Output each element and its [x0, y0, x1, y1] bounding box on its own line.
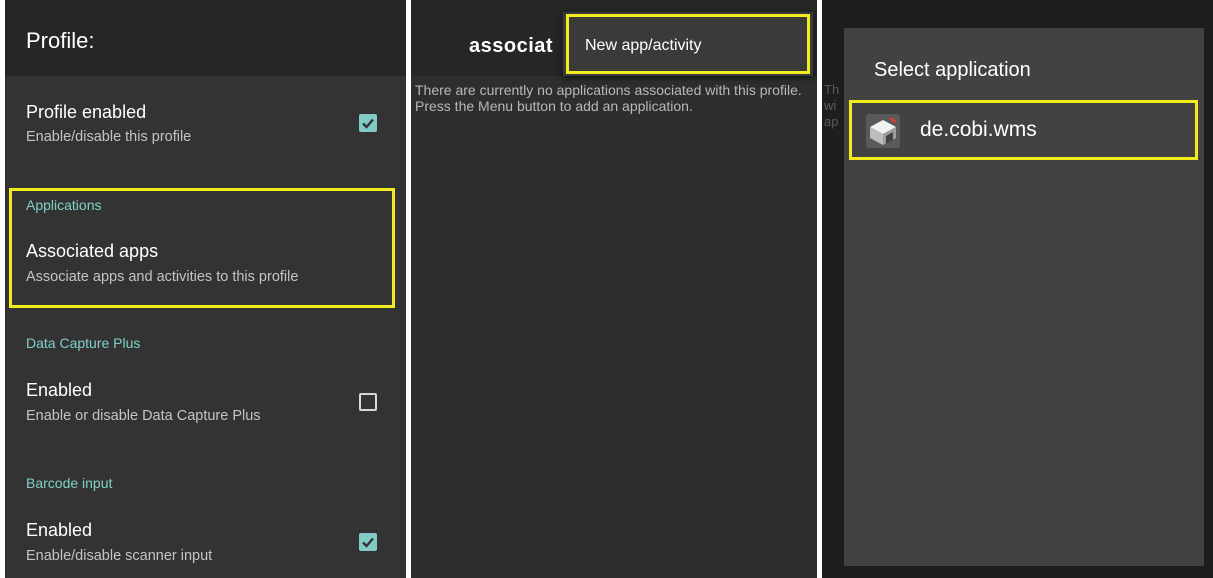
profile-enabled-title: Profile enabled: [26, 102, 147, 122]
barcode-input-category: Barcode input: [26, 475, 113, 491]
data-capture-plus-checkbox[interactable]: [359, 393, 377, 411]
check-icon: [362, 118, 374, 129]
barcode-input-checkbox[interactable]: [359, 533, 377, 551]
select-application-dialog: Select application de.cobi.wms: [844, 28, 1204, 566]
page-title: associat: [469, 35, 554, 57]
background-text-fragment: ap: [824, 114, 839, 129]
page-title: Profile:: [26, 28, 95, 53]
associated-apps-panel: associat There are currently no applicat…: [411, 0, 817, 578]
select-application-panel: Th wi ap Select application de.cobi.wms: [822, 0, 1213, 578]
background-text-fragment: wi: [824, 98, 837, 113]
background-text-fragment: Th: [824, 82, 840, 97]
highlight-box: [9, 188, 395, 308]
profile-settings-panel: Profile: Profile enabled Enable/disable …: [5, 0, 406, 578]
data-capture-plus-title: Enabled: [26, 380, 93, 400]
empty-message: There are currently no applications asso…: [415, 82, 802, 114]
profile-enabled-checkbox[interactable]: [359, 114, 377, 132]
app-bar: Profile:: [5, 0, 406, 76]
barcode-input-title: Enabled: [26, 520, 93, 540]
data-capture-plus-summary: Enable or disable Data Capture Plus: [26, 408, 261, 424]
highlight-box: [849, 100, 1198, 160]
barcode-input-summary: Enable/disable scanner input: [26, 548, 213, 564]
dialog-title: Select application: [874, 59, 1031, 81]
check-icon: [362, 537, 374, 548]
data-capture-plus-category: Data Capture Plus: [26, 335, 141, 351]
profile-enabled-summary: Enable/disable this profile: [26, 129, 192, 145]
highlight-box: [566, 14, 810, 74]
